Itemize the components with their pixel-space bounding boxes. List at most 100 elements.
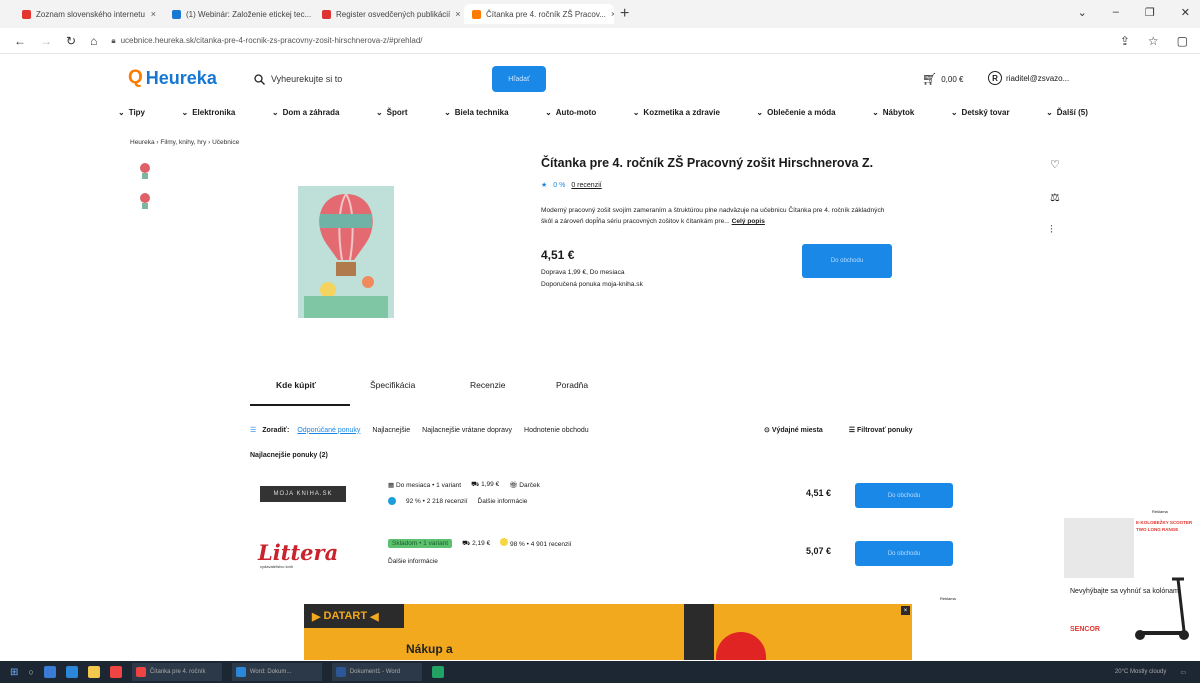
compare-icon[interactable]: ⚖ <box>1050 191 1060 204</box>
datart-logo: ▶ DATART ◀ <box>304 604 404 628</box>
forward-icon[interactable]: → <box>40 34 52 48</box>
category-item[interactable]: ⌄ Ďalší (5) <box>1046 108 1088 117</box>
user-avatar-icon: R <box>988 71 1002 85</box>
reviews-link[interactable]: 0 recenzií <box>571 182 601 189</box>
category-item[interactable]: ⌄ Biela technika <box>444 108 509 117</box>
category-item[interactable]: ⌄ Nábytok <box>872 108 914 117</box>
heureka-logo-icon: Q <box>128 67 143 88</box>
close-icon[interactable]: × <box>611 9 614 19</box>
address-bar-actions: ⇪ ☆ ▢ <box>1120 34 1188 48</box>
taskbar-app-label: Čítanka pre 4. ročník <box>149 669 206 675</box>
word-icon <box>335 667 346 677</box>
sort-option[interactable]: Hodnotenie obchodu <box>524 427 589 434</box>
taskbar-app[interactable]: Word: Dokum... <box>231 663 322 681</box>
product-thumbnail[interactable] <box>138 192 152 210</box>
close-icon[interactable]: × <box>151 9 156 19</box>
user-account-button[interactable]: R riaditel@zsvazo... <box>988 71 1069 85</box>
browser-tab[interactable]: (1) Webinár: Založenie etickej tec... × <box>164 4 314 24</box>
tab-reviews[interactable]: Recenzie <box>470 380 505 390</box>
shop-logo[interactable]: MOJA KNIHA.SK <box>260 486 346 502</box>
sort-option[interactable]: Najlacnejšie vrátane dopravy <box>422 427 512 434</box>
heart-icon[interactable]: ♡ <box>1050 158 1060 171</box>
taskbar-app[interactable]: Dokument1 - Word <box>331 663 422 681</box>
share-icon[interactable]: ⇪ <box>1120 34 1130 48</box>
full-description-link[interactable]: Celý popis <box>732 218 765 225</box>
more-info-link[interactable]: Ďalšie informácie <box>478 498 528 505</box>
close-icon[interactable]: × <box>455 9 460 19</box>
user-email: riaditel@zsvazo... <box>1006 73 1070 83</box>
taskview-icon[interactable] <box>43 666 56 678</box>
search-icon[interactable]: ○ <box>28 667 33 677</box>
go-to-shop-button[interactable]: Do obchodu <box>855 541 953 566</box>
search-button[interactable]: Hľadať <box>492 66 546 92</box>
bottom-banner-ad[interactable]: ▶ DATART ◀ Nákup a × <box>304 604 912 660</box>
availability-text: Do mesiaca • 1 variant <box>395 481 462 489</box>
heureka-logo[interactable]: Q Heureka <box>128 67 217 89</box>
side-ad[interactable]: Reklama E-KOLOBEŽKY SCOOTER TWO LONG RAN… <box>1064 505 1192 645</box>
breadcrumb[interactable]: Heureka › Filmy, knihy, hry › Učebnice <box>130 139 239 146</box>
notifications-icon[interactable]: ▭ <box>1180 669 1186 676</box>
new-tab-icon[interactable]: + <box>620 5 629 23</box>
search-placeholder: Vyheurekujte si to <box>271 74 343 84</box>
windows-taskbar: ⊞ ○ Čítanka pre 4. ročník Word: Dokum...… <box>0 661 1200 683</box>
taskbar-app-label: Word: Dokum... <box>249 669 292 675</box>
weather-status[interactable]: 20°C Mostly cloudy <box>1115 669 1166 676</box>
category-item[interactable]: ⌄ Dom a záhrada <box>272 108 340 117</box>
category-item[interactable]: ⌄ Oblečenie a móda <box>756 108 835 117</box>
close-icon[interactable]: × <box>901 606 910 615</box>
more-info-link[interactable]: Ďalšie informácie <box>388 558 438 565</box>
close-window-icon[interactable]: ✕ <box>1181 6 1190 19</box>
product-thumbnail[interactable] <box>138 162 152 180</box>
tab-favicon <box>22 9 31 19</box>
shop-logo[interactable]: Littera <box>258 540 338 565</box>
sidebar-icon[interactable]: ▢ <box>1177 34 1188 48</box>
ad-headline: E-KOLOBEŽKY SCOOTER TWO LONG RANGE <box>1136 520 1193 532</box>
category-item[interactable]: ⌄ Detský tovar <box>951 108 1010 117</box>
sort-option[interactable]: Odporúčané ponuky <box>297 427 360 434</box>
browser-tab-active[interactable]: Čítanka pre 4. ročník ZŠ Pracov... × <box>464 4 614 24</box>
filter-offers-button[interactable]: ☰ Filtrovať ponuky <box>849 426 913 434</box>
go-to-shop-button[interactable]: Do obchodu <box>802 244 892 278</box>
minimize-icon[interactable]: – <box>1113 6 1119 19</box>
url-field[interactable]: 🔒︎ ucebnice.heureka.sk/citanka-pre-4-roc… <box>111 36 422 46</box>
chevron-down-icon: ⌄ <box>545 108 552 117</box>
windows-start-icon[interactable]: ⊞ <box>10 667 18 678</box>
cart-button[interactable]: 🛒︎ 0,00 € <box>922 72 963 86</box>
excel-icon[interactable] <box>431 666 444 678</box>
offer-row: MOJA KNIHA.SK ▦ Do mesiaca • 1 variant ⛟… <box>250 480 970 526</box>
edge-icon[interactable] <box>65 666 78 678</box>
chrome-icon <box>135 667 146 677</box>
product-image[interactable] <box>298 186 394 318</box>
taskbar-app[interactable]: Čítanka pre 4. ročník <box>131 663 222 681</box>
availability: ▦ Do mesiaca • 1 variant <box>388 481 461 489</box>
maximize-icon[interactable]: ❐ <box>1145 6 1155 19</box>
category-item[interactable]: ⌄ Tipy <box>118 108 145 117</box>
tab-advice[interactable]: Poradňa <box>556 380 588 390</box>
home-icon[interactable]: ⌂ <box>90 34 97 48</box>
explorer-icon[interactable] <box>87 666 100 678</box>
chrome-icon[interactable] <box>109 666 122 678</box>
pickup-points-button[interactable]: ⊙ Výdajné miesta <box>764 426 823 434</box>
shipping-price: ⛟ 2,19 € <box>462 539 490 548</box>
browser-tab[interactable]: Register osvedčených publikácií × <box>314 4 464 24</box>
cart-icon: 🛒︎ <box>922 72 938 86</box>
category-item[interactable]: ⌄ Kozmetika a zdravie <box>633 108 720 117</box>
reload-icon[interactable]: ↻ <box>66 34 76 48</box>
filter-label: Filtrovať ponuky <box>857 427 913 434</box>
category-item[interactable]: ⌄ Auto-moto <box>545 108 596 117</box>
back-icon[interactable]: ← <box>14 34 26 48</box>
category-item[interactable]: ⌄ Elektronika <box>182 108 236 117</box>
sort-option[interactable]: Najlacnejšie <box>372 427 410 434</box>
go-to-shop-button[interactable]: Do obchodu <box>855 483 953 508</box>
bookmark-star-icon[interactable]: ☆ <box>1148 34 1159 48</box>
price-history-icon[interactable]: ⫶ <box>1050 224 1060 237</box>
truck-icon: ⛟ <box>462 539 471 547</box>
shop-name: MOJA KNIHA.SK <box>273 491 333 497</box>
tab-specification[interactable]: Špecifikácia <box>370 380 415 390</box>
category-item[interactable]: ⌄ Šport <box>376 108 408 117</box>
offers-heading: Najlacnejšie ponuky (2) <box>250 452 328 459</box>
browser-tab[interactable]: Zoznam slovenského internetu × <box>14 4 164 24</box>
tab-where-to-buy[interactable]: Kde kúpiť <box>276 380 316 390</box>
location-pin-icon: ⊙ <box>764 427 770 434</box>
tab-search-icon[interactable]: ⌄ <box>1078 6 1087 19</box>
